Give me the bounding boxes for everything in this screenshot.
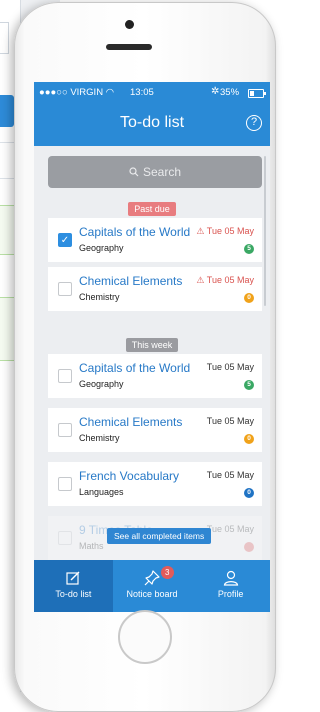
task-date-text: Tue 05 May xyxy=(206,275,254,285)
score-badge: 0 xyxy=(244,434,254,444)
task-title: Chemical Elements xyxy=(79,274,183,288)
user-icon xyxy=(223,570,238,586)
tab-notice-board[interactable]: 3 Notice board xyxy=(113,560,192,612)
score-badge: 0 xyxy=(244,293,254,303)
task-checkbox[interactable] xyxy=(58,282,72,296)
section-header-past-due: Past due xyxy=(34,199,270,216)
battery-percent: 35% xyxy=(220,87,240,98)
score-badge: 5 xyxy=(244,380,254,390)
background-input xyxy=(0,22,9,54)
search-icon xyxy=(129,167,139,177)
background-card xyxy=(0,205,15,255)
battery-icon xyxy=(248,89,266,98)
tab-profile[interactable]: Profile xyxy=(191,560,270,612)
warning-icon: ⚠ xyxy=(196,226,207,236)
task-subject: Languages xyxy=(79,487,124,497)
phone-frame: ●●●○○ VIRGIN ◠ 13:05 ✲ 35% To-do list ? … xyxy=(14,2,276,712)
task-row[interactable]: French Vocabulary Languages Tue 05 May 0 xyxy=(48,462,262,506)
section-header-this-week: This week xyxy=(34,335,270,352)
task-date-text: Tue 05 May xyxy=(206,416,254,426)
tab-label: Profile xyxy=(217,589,244,599)
tab-todo-list[interactable]: To-do list xyxy=(34,560,113,612)
task-row[interactable]: Capitals of the World Geography Tue 05 M… xyxy=(48,354,262,398)
background-card xyxy=(0,297,15,361)
score-badge: 5 xyxy=(244,244,254,254)
speaker-grille xyxy=(106,44,152,50)
nav-bar: To-do list ? xyxy=(34,104,270,146)
status-time: 13:05 xyxy=(130,87,154,98)
scrollbar[interactable] xyxy=(264,156,266,306)
task-subject: Chemistry xyxy=(79,292,120,302)
notification-badge: 3 xyxy=(160,566,174,579)
score-badge xyxy=(244,542,254,552)
task-row[interactable]: ✓ Capitals of the World Geography ⚠ Tue … xyxy=(48,218,262,262)
app-screen: ●●●○○ VIRGIN ◠ 13:05 ✲ 35% To-do list ? … xyxy=(34,82,270,612)
warning-icon: ⚠ xyxy=(196,275,207,285)
edit-icon xyxy=(66,571,80,585)
task-subject: Chemistry xyxy=(79,433,120,443)
home-button[interactable] xyxy=(118,610,172,664)
search-input[interactable]: Search xyxy=(48,156,262,188)
task-checkbox[interactable] xyxy=(58,531,72,545)
see-completed-button[interactable]: See all completed items xyxy=(107,528,212,544)
task-title: Capitals of the World xyxy=(79,361,191,375)
task-title: French Vocabulary xyxy=(79,469,180,483)
background-highlight xyxy=(0,95,14,127)
task-due-date: ⚠ Tue 05 May xyxy=(196,226,254,237)
tab-label: To-do list xyxy=(55,589,92,599)
question-circle-icon[interactable]: ? xyxy=(246,115,262,131)
task-checkbox[interactable] xyxy=(58,369,72,383)
bluetooth-icon: ✲ xyxy=(211,86,220,97)
pin-icon xyxy=(144,570,160,586)
task-subject: Geography xyxy=(79,379,124,389)
task-checkbox[interactable]: ✓ xyxy=(58,233,72,247)
section-label: This week xyxy=(125,338,179,352)
task-title: Capitals of the World xyxy=(79,225,191,239)
task-checkbox[interactable] xyxy=(58,423,72,437)
task-due-date: ⚠ Tue 05 May xyxy=(196,275,254,286)
search-placeholder: Search xyxy=(142,165,182,179)
task-row[interactable]: Chemical Elements Chemistry Tue 05 May 0 xyxy=(48,408,262,452)
task-subject: Maths xyxy=(79,541,104,551)
status-bar: ●●●○○ VIRGIN ◠ 13:05 ✲ 35% xyxy=(34,82,270,104)
task-title: Chemical Elements xyxy=(79,415,183,429)
section-label: Past due xyxy=(128,202,176,216)
task-checkbox[interactable] xyxy=(58,477,72,491)
task-date-text: Tue 05 May xyxy=(206,524,254,534)
tab-bar: To-do list 3 Notice board Profile xyxy=(34,560,270,612)
score-badge: 0 xyxy=(244,488,254,498)
task-subject: Geography xyxy=(79,243,124,253)
task-row[interactable]: Chemical Elements Chemistry ⚠ Tue 05 May… xyxy=(48,267,262,311)
task-date-text: Tue 05 May xyxy=(206,226,254,236)
carrier-label: ●●●○○ VIRGIN ◠ xyxy=(39,87,114,98)
tab-label: Notice board xyxy=(126,589,178,599)
page-title: To-do list xyxy=(119,114,185,131)
task-date-text: Tue 05 May xyxy=(206,362,254,372)
task-date-text: Tue 05 May xyxy=(206,470,254,480)
camera-icon xyxy=(125,20,134,29)
